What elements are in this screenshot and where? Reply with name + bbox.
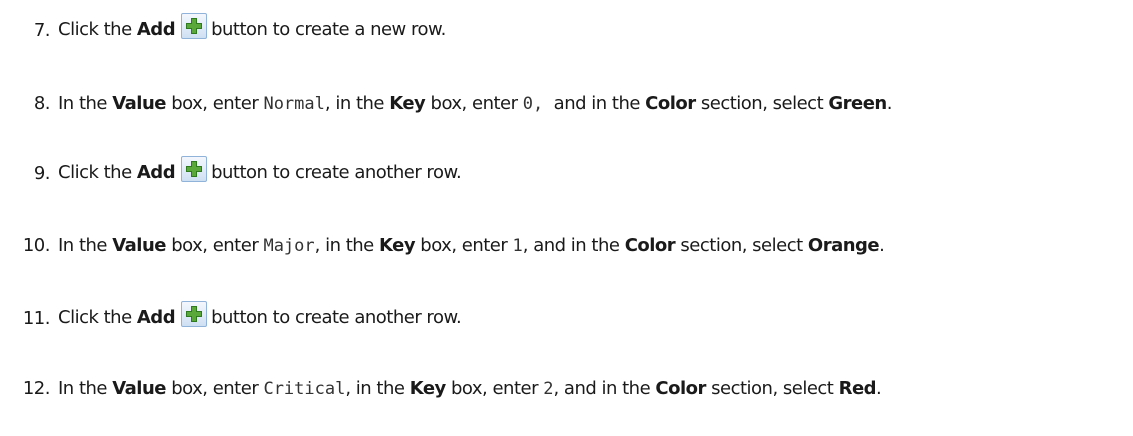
step-item: 12. In the Value box, enter Critical, in … (0, 368, 882, 408)
instruction-text: section, select (695, 92, 829, 114)
step-number: 9. (33, 162, 51, 184)
step-number: 10. (22, 234, 51, 256)
instruction-text: button to create another row. (211, 162, 462, 183)
instruction-text: , in the (345, 377, 410, 399)
step-item: 11. Click the Add button to create another… (0, 298, 462, 338)
ui-term: Value (112, 377, 166, 399)
instruction-text: and in the (543, 92, 646, 114)
ui-term: Orange (807, 234, 880, 256)
ui-term: Key (378, 234, 416, 256)
instruction-text: , in the (324, 92, 390, 114)
instruction-steps: 7. Click the Add button to create a new ro… (0, 0, 1133, 436)
instruction-text: . (879, 234, 885, 256)
step-number: 7. (33, 19, 51, 41)
step-item: 10. In the Value box, enter Major, in the… (0, 225, 885, 265)
instruction-text: section, select (705, 377, 839, 399)
step-text: In the Value box, enter Major, in the Ke… (58, 234, 885, 256)
ui-term: Key (389, 92, 426, 114)
ui-term: Add (136, 307, 176, 328)
instruction-text: box, enter (166, 377, 264, 399)
entered-value: Normal (263, 93, 325, 114)
ui-term: Add (136, 19, 176, 40)
step-number: 12. (22, 377, 51, 399)
instruction-text: section, select (675, 234, 808, 256)
step-number: 11. (22, 307, 51, 329)
instruction-text: , and in the (553, 377, 656, 399)
step-item: 9. Click the Add button to create another … (0, 153, 462, 193)
instruction-text: Click the (58, 19, 137, 40)
ui-term: Color (624, 234, 676, 256)
instruction-text: , and in the (522, 234, 625, 256)
add-icon (181, 13, 208, 39)
ui-term: Key (409, 377, 447, 399)
instruction-text: . (886, 92, 893, 114)
ui-term: Color (655, 377, 706, 399)
instruction-text: box, enter (445, 377, 544, 399)
ui-term: Value (112, 92, 166, 114)
add-icon (181, 156, 208, 182)
instruction-text: In the (58, 234, 113, 256)
instruction-text: In the (58, 377, 113, 399)
ui-term: Green (828, 92, 887, 114)
instruction-text: Click the (58, 307, 137, 328)
instruction-text: In the (58, 92, 113, 114)
step-text: Click the Add button to create a new row. (58, 13, 446, 47)
entered-value: Critical (263, 378, 346, 399)
entered-value: 0, (522, 93, 544, 114)
ui-term: Red (838, 377, 877, 399)
add-icon (181, 301, 208, 327)
instruction-text: , in the (314, 234, 379, 256)
instruction-text: box, enter (425, 92, 523, 114)
instruction-text: box, enter (415, 234, 513, 256)
instruction-text: button to create a new row. (211, 19, 446, 40)
instruction-text: Click the (58, 162, 137, 183)
entered-value: 2 (543, 378, 554, 399)
step-text: Click the Add button to create another ro… (58, 301, 462, 335)
step-text: In the Value box, enter Normal, in the K… (58, 92, 893, 114)
step-number: 8. (33, 92, 51, 114)
instruction-text: box, enter (166, 234, 264, 256)
ui-term: Value (112, 234, 166, 256)
step-item: 8. In the Value box, enter Normal, in the… (0, 83, 893, 123)
instruction-text: . (876, 377, 882, 399)
entered-value: 1 (512, 235, 523, 256)
entered-value: Major (263, 235, 315, 256)
step-item: 7. Click the Add button to create a new ro… (0, 10, 446, 50)
ui-term: Color (645, 92, 696, 114)
step-text: Click the Add button to create another ro… (58, 156, 462, 190)
ui-term: Add (136, 162, 176, 183)
instruction-text: box, enter (166, 92, 264, 114)
step-text: In the Value box, enter Critical, in the… (58, 377, 882, 399)
instruction-text: button to create another row. (211, 307, 462, 328)
